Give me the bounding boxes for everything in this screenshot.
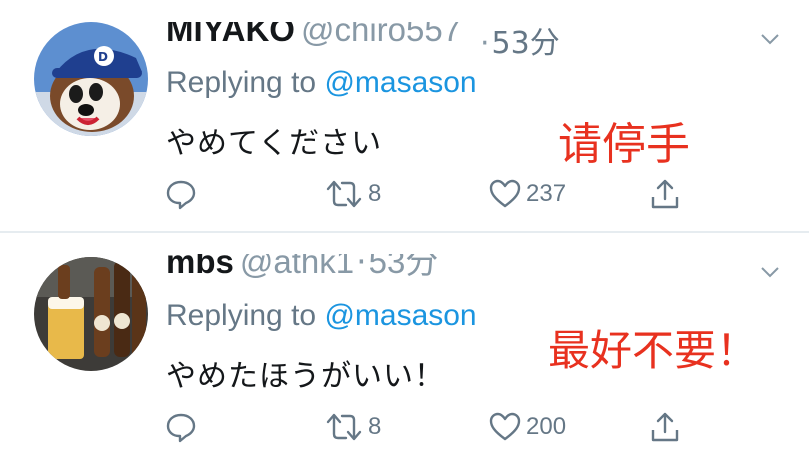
replying-prefix: Replying to [166, 66, 317, 99]
share-icon [651, 179, 679, 209]
reply-button[interactable] [164, 409, 198, 445]
retweet-count: 8 [368, 180, 382, 207]
avatar-beer-image [34, 257, 148, 371]
separator-dot: · [480, 26, 490, 61]
share-button[interactable] [648, 176, 682, 212]
tweet-text: やめたほうがいい！ [166, 359, 445, 394]
tweet[interactable]: mbs @athk1·53分 Replying to @masason やめたほう… [0, 233, 809, 450]
retweet-count: 8 [368, 413, 382, 440]
replying-to: Replying to @masason [166, 66, 477, 100]
like-icon [489, 412, 521, 441]
reply-icon [166, 413, 196, 443]
timestamp-wrap: ·53分 [478, 18, 560, 62]
retweet-icon [326, 180, 362, 208]
timestamp[interactable]: 53分 [369, 254, 439, 278]
separator-dot: · [356, 254, 367, 278]
avatar-mascot-image: D [34, 22, 148, 136]
avatar[interactable] [34, 257, 148, 371]
like-button[interactable]: 200 [488, 409, 566, 445]
like-count: 200 [526, 413, 567, 440]
share-button[interactable] [648, 409, 682, 445]
replying-prefix: Replying to [166, 299, 317, 332]
avatar[interactable]: D [34, 22, 148, 136]
chevron-down-icon[interactable] [759, 261, 781, 283]
display-name[interactable]: mbs [166, 254, 234, 278]
chevron-down-icon[interactable] [759, 28, 781, 50]
retweet-button[interactable]: 8 [324, 176, 381, 212]
retweet-button[interactable]: 8 [324, 409, 381, 445]
retweet-icon [326, 413, 362, 441]
tweet-text: やめてください [166, 126, 383, 161]
like-button[interactable]: 237 [488, 176, 566, 212]
overlay-annotation: 最好不要！ [548, 326, 759, 375]
mention-link[interactable]: @masason [324, 299, 476, 332]
like-count: 237 [526, 180, 567, 207]
share-icon [651, 412, 679, 442]
display-name[interactable]: MIYAKO [166, 22, 295, 48]
reply-button[interactable] [164, 176, 198, 212]
reply-icon [166, 180, 196, 210]
tweet-actions: 8 237 [164, 176, 724, 212]
user-handle[interactable]: @athk1 [240, 254, 354, 278]
mention-link[interactable]: @masason [324, 66, 476, 99]
timestamp[interactable]: 53分 [492, 26, 560, 61]
like-icon [489, 179, 521, 208]
tweet-header: mbs @athk1·53分 [166, 254, 438, 278]
tweet-header: MIYAKO @chiro557 [166, 22, 461, 50]
overlay-annotation: 请停手 [558, 119, 690, 170]
tweet[interactable]: D MIYAKO @chiro557 ·53分 Replying to @masa… [0, 0, 809, 232]
tweet-actions: 8 200 [164, 409, 724, 445]
replying-to: Replying to @masason [166, 299, 477, 333]
user-handle[interactable]: @chiro557 [301, 22, 461, 48]
svg-text:D: D [98, 50, 108, 64]
